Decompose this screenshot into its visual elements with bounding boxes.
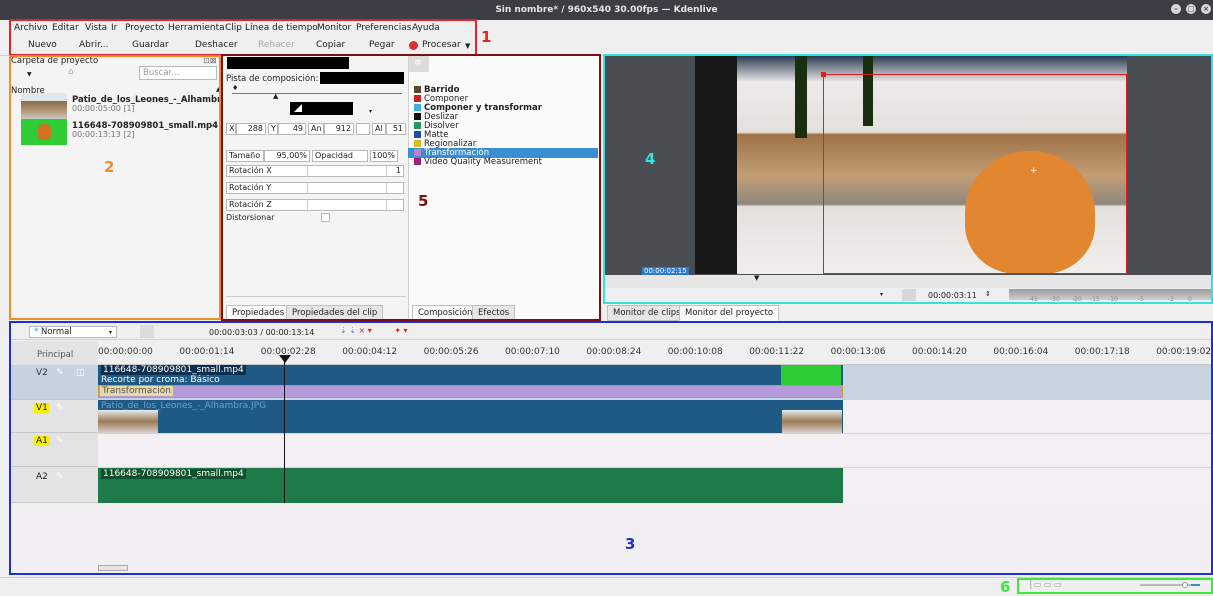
annotation-box-2 (9, 55, 221, 320)
window-titlebar: Sin nombre* / 960x540 30.00fps — Kdenliv… (0, 0, 1213, 20)
annotation-label-5: 5 (418, 192, 429, 210)
annotation-box-6 (1017, 578, 1213, 594)
window-title: Sin nombre* / 960x540 30.00fps — Kdenliv… (495, 5, 718, 15)
tab-clip-monitor[interactable]: Monitor de clips (607, 305, 687, 321)
annotation-label-1: 1 (481, 28, 492, 46)
close-icon[interactable]: × (1201, 4, 1211, 14)
annotation-label-6: 6 (1000, 578, 1011, 596)
minimize-icon[interactable]: – (1171, 4, 1181, 14)
annotation-box-3 (9, 321, 1213, 575)
annotation-label-3: 3 (625, 535, 636, 553)
annotation-label-4: 4 (645, 150, 656, 168)
maximize-icon[interactable]: □ (1186, 4, 1196, 14)
tab-project-monitor[interactable]: Monitor del proyecto (679, 305, 780, 321)
annotation-box-5 (221, 54, 601, 321)
annotation-box-4 (603, 54, 1213, 304)
annotation-label-2: 2 (104, 158, 115, 176)
annotation-box-1 (9, 19, 477, 56)
